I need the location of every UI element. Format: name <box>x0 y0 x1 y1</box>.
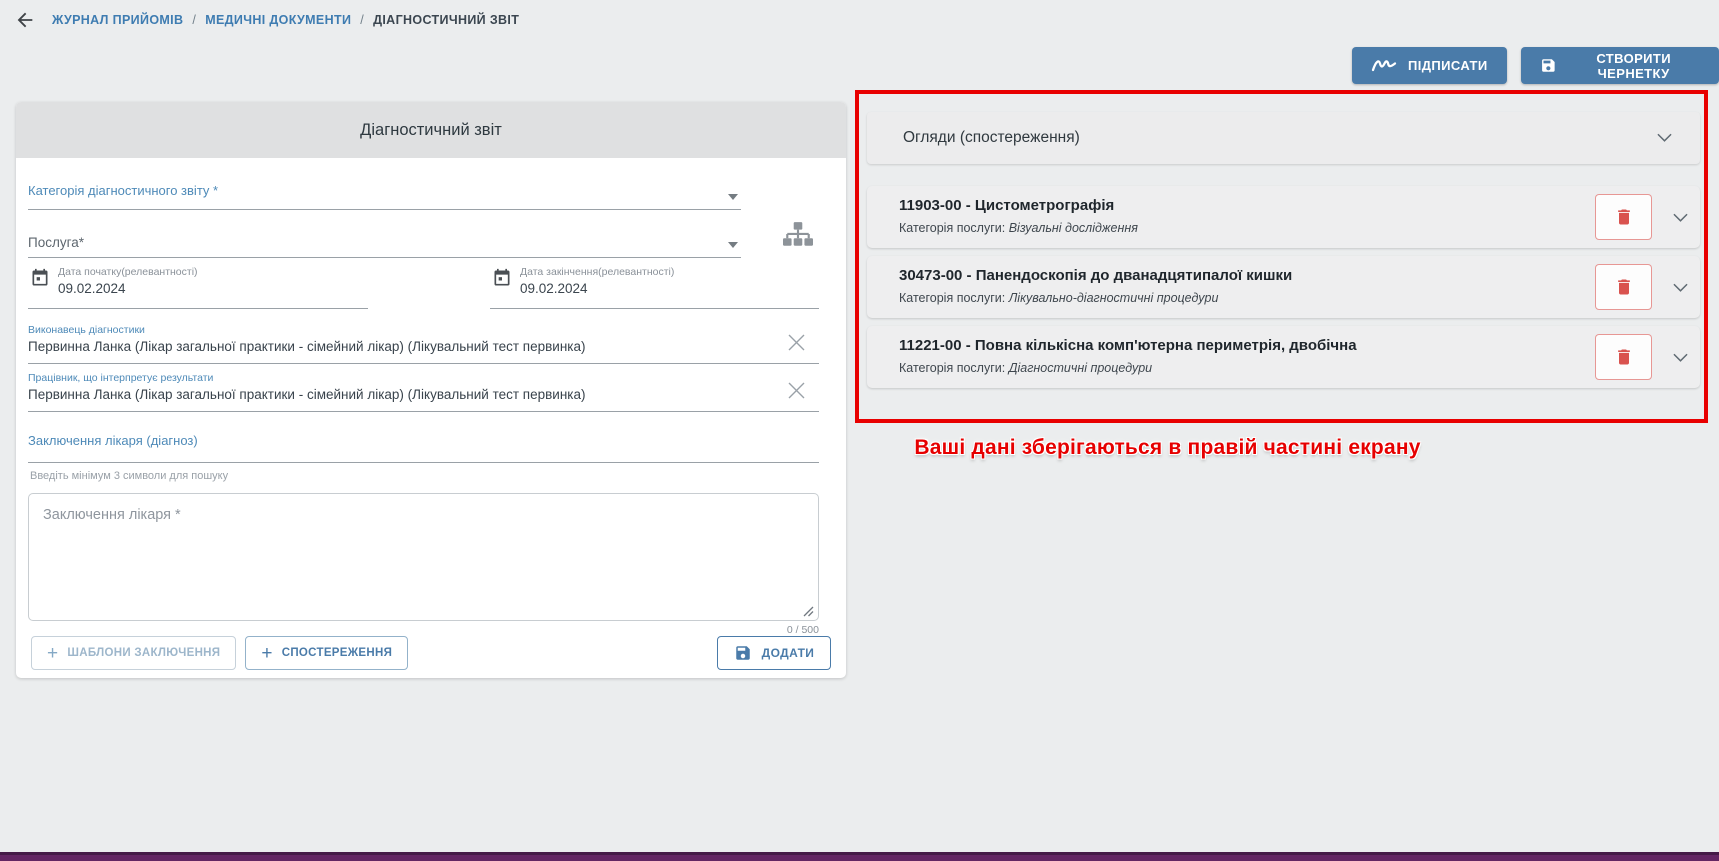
close-icon <box>788 382 805 399</box>
trash-icon <box>1614 277 1634 297</box>
diagnosis-search-field[interactable]: Заключення лікаря (діагноз) <box>28 432 819 463</box>
service-select-label: Послуга* <box>28 235 84 250</box>
arrow-left-icon <box>14 9 36 31</box>
observations-panel-highlight: Огляди (спостереження) 11903-00 - Цистом… <box>855 90 1708 423</box>
diagnostic-report-card: Діагностичний звіт Категорія діагностичн… <box>16 102 846 678</box>
add-button[interactable]: ДОДАТИ <box>717 636 831 670</box>
category-select[interactable]: Категорія діагностичного звіту * <box>28 182 741 210</box>
char-counter: 0 / 500 <box>28 624 819 636</box>
observations-accordion-header[interactable]: Огляди (спостереження) <box>867 112 1700 164</box>
diagnosis-search-hint: Введіть мінімум 3 символи для пошуку <box>30 470 228 482</box>
annotation-text: Ваші дані зберігаються в правій частині … <box>905 436 1430 460</box>
performer-field[interactable]: Виконавець діагностики Первинна Ланка (Л… <box>28 324 819 364</box>
conclusion-textarea-wrap <box>28 493 819 621</box>
observation-button[interactable]: + СПОСТЕРЕЖЕННЯ <box>245 636 408 670</box>
save-icon <box>1540 56 1557 75</box>
category-prefix: Категорія послуги: <box>899 361 1005 375</box>
sign-button-label: ПІДПИСАТИ <box>1408 58 1488 73</box>
observation-item-category: Категорія послуги: Візуальні дослідження <box>899 221 1138 235</box>
chevron-down-icon <box>1657 133 1672 142</box>
close-icon <box>788 334 805 351</box>
interpreter-value: Первинна Ланка (Лікар загальної практики… <box>28 387 819 402</box>
date-end-value: 09.02.2024 <box>520 281 674 296</box>
category-prefix: Категорія послуги: <box>899 291 1005 305</box>
form-buttons: + ШАБЛОНИ ЗАКЛЮЧЕННЯ + СПОСТЕРЕЖЕННЯ <box>31 636 408 670</box>
signature-icon <box>1371 58 1397 73</box>
clear-interpreter-button[interactable] <box>788 382 805 404</box>
interpreter-field[interactable]: Працівник, що інтерпретує результати Пер… <box>28 372 819 412</box>
observation-item-title: 11221-00 - Повна кількісна комп'ютерна п… <box>899 337 1357 354</box>
observations-panel-title: Огляди (спостереження) <box>903 129 1080 147</box>
service-tree-button[interactable] <box>783 222 813 252</box>
conclusion-templates-button[interactable]: + ШАБЛОНИ ЗАКЛЮЧЕННЯ <box>31 636 236 670</box>
page: ЖУРНАЛ ПРИЙОМІВ / МЕДИЧНІ ДОКУМЕНТИ / ДІ… <box>0 0 1719 861</box>
sitemap-icon <box>783 222 813 247</box>
add-button-label: ДОДАТИ <box>762 646 815 660</box>
category-value: Лікувально-діагностичні процедури <box>1009 291 1219 305</box>
category-value: Діагностичні процедури <box>1009 361 1152 375</box>
observation-item-category: Категорія послуги: Діагностичні процедур… <box>899 361 1152 375</box>
chevron-down-icon <box>728 242 738 248</box>
save-icon <box>734 644 752 662</box>
service-select[interactable]: Послуга* <box>28 224 741 258</box>
breadcrumb: ЖУРНАЛ ПРИЙОМІВ / МЕДИЧНІ ДОКУМЕНТИ / ДІ… <box>12 8 519 32</box>
clear-performer-button[interactable] <box>788 334 805 356</box>
calendar-icon <box>30 268 50 288</box>
breadcrumb-separator: / <box>192 13 196 27</box>
category-select-label: Категорія діагностичного звіту * <box>28 183 218 198</box>
performer-value: Первинна Ланка (Лікар загальної практики… <box>28 339 819 354</box>
breadcrumb-link-documents[interactable]: МЕДИЧНІ ДОКУМЕНТИ <box>205 13 351 27</box>
chevron-down-icon[interactable] <box>1673 353 1688 362</box>
form-title: Діагностичний звіт <box>16 102 846 158</box>
conclusion-textarea[interactable] <box>29 494 818 620</box>
back-button[interactable] <box>12 8 38 32</box>
create-draft-button[interactable]: СТВОРИТИ ЧЕРНЕТКУ <box>1521 47 1719 84</box>
chevron-down-icon <box>728 194 738 200</box>
chevron-down-icon[interactable] <box>1673 213 1688 222</box>
delete-observation-button[interactable] <box>1595 334 1652 380</box>
category-value: Візуальні дослідження <box>1009 221 1138 235</box>
date-start-value: 09.02.2024 <box>58 281 198 296</box>
observation-item-category: Категорія послуги: Лікувально-діагностич… <box>899 291 1218 305</box>
observation-button-label: СПОСТЕРЕЖЕННЯ <box>282 647 392 659</box>
observation-item[interactable]: 11221-00 - Повна кількісна комп'ютерна п… <box>867 326 1700 388</box>
footer-bar <box>0 852 1719 861</box>
category-prefix: Категорія послуги: <box>899 221 1005 235</box>
trash-icon <box>1614 207 1634 227</box>
chevron-down-icon[interactable] <box>1673 283 1688 292</box>
breadcrumb-separator: / <box>360 13 364 27</box>
observation-item[interactable]: 30473-00 - Панендоскопія до дванадцятипа… <box>867 256 1700 318</box>
delete-observation-button[interactable] <box>1595 194 1652 240</box>
diagnosis-label: Заключення лікаря (діагноз) <box>28 433 198 448</box>
interpreter-label: Працівник, що інтерпретує результати <box>28 372 819 384</box>
plus-icon: + <box>261 644 272 663</box>
observation-item-title: 30473-00 - Панендоскопія до дванадцятипа… <box>899 267 1292 284</box>
date-start-label: Дата початку(релевантності) <box>58 266 198 278</box>
date-start-field[interactable]: Дата початку(релевантності) 09.02.2024 <box>28 262 368 309</box>
trash-icon <box>1614 347 1634 367</box>
top-actions: ПІДПИСАТИ СТВОРИТИ ЧЕРНЕТКУ <box>1352 47 1719 84</box>
calendar-icon <box>492 268 512 288</box>
observation-item-title: 11903-00 - Цистометрографія <box>899 197 1114 214</box>
date-end-field[interactable]: Дата закінчення(релевантності) 09.02.202… <box>490 262 819 309</box>
breadcrumb-current: ДІАГНОСТИЧНИЙ ЗВІТ <box>373 13 519 27</box>
create-draft-button-label: СТВОРИТИ ЧЕРНЕТКУ <box>1567 51 1700 81</box>
observation-item[interactable]: 11903-00 - Цистометрографія Категорія по… <box>867 186 1700 248</box>
conclusion-templates-label: ШАБЛОНИ ЗАКЛЮЧЕННЯ <box>67 647 220 659</box>
plus-icon: + <box>47 644 58 663</box>
delete-observation-button[interactable] <box>1595 264 1652 310</box>
sign-button[interactable]: ПІДПИСАТИ <box>1352 47 1507 84</box>
performer-label: Виконавець діагностики <box>28 324 819 336</box>
breadcrumb-link-journal[interactable]: ЖУРНАЛ ПРИЙОМІВ <box>52 13 183 27</box>
date-end-label: Дата закінчення(релевантності) <box>520 266 674 278</box>
